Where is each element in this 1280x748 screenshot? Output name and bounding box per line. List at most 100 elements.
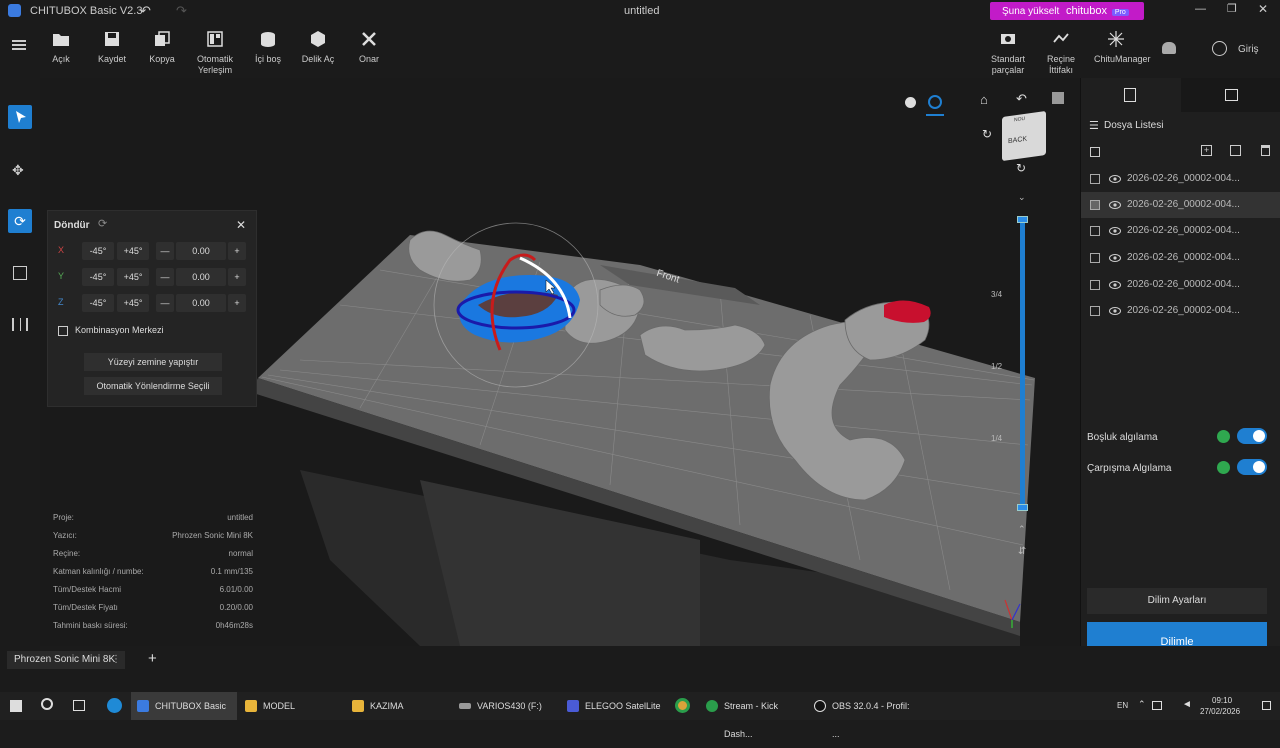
eye-icon[interactable] — [1109, 279, 1121, 291]
rotate-x-minus45-button[interactable]: -45° — [82, 242, 114, 260]
rotate-y-value-input[interactable]: 0.00 — [176, 268, 226, 286]
orbit-left-icon[interactable]: ↻ — [982, 127, 992, 141]
redo-icon[interactable]: ↷ — [176, 3, 187, 19]
printer-tab[interactable]: Phrozen Sonic Mini 8K ⋮ — [7, 651, 125, 669]
taskbar-item-chitubox[interactable]: CHITUBOX Basic — [131, 692, 237, 720]
rotate-y-decrement-button[interactable]: — — [156, 268, 174, 286]
scale-tool-icon[interactable] — [13, 266, 27, 280]
layer-slider-track[interactable] — [1017, 216, 1028, 511]
eye-icon[interactable] — [1109, 173, 1121, 185]
search-icon[interactable] — [41, 698, 53, 710]
tab-printer[interactable] — [1181, 78, 1280, 112]
language-indicator[interactable]: EN — [1117, 701, 1128, 710]
save-button[interactable]: Kaydet — [90, 30, 134, 65]
solid-view-icon[interactable] — [905, 97, 916, 108]
add-printer-tab-button[interactable]: + — [148, 650, 157, 667]
repair-button[interactable]: Onar — [347, 30, 391, 65]
taskbar-item-elegoo[interactable]: ELEGOO SatelLite — [561, 692, 667, 720]
chitumanager-button[interactable]: ChituManager — [1094, 30, 1151, 65]
rotate-x-plus45-button[interactable]: +45° — [117, 242, 149, 260]
chrome-icon[interactable] — [675, 698, 690, 713]
volume-icon[interactable]: ◄ — [1182, 699, 1192, 710]
file-checkbox[interactable] — [1090, 226, 1100, 236]
taskbar-item-obs[interactable]: OBS 32.0.4 - Profil: ... — [808, 692, 914, 739]
login-label[interactable]: Giriş — [1238, 44, 1259, 55]
perspective-view-icon[interactable] — [1052, 92, 1064, 104]
layer-slider-bottom-handle[interactable] — [1017, 504, 1028, 511]
reset-rotation-icon[interactable]: ⟳ — [98, 217, 107, 230]
file-checkbox[interactable] — [1090, 200, 1100, 210]
rotate-y-minus45-button[interactable]: -45° — [82, 268, 114, 286]
rotate-tool-icon[interactable]: ⟳ — [8, 209, 32, 233]
notifications-icon[interactable] — [1262, 701, 1271, 710]
file-checkbox[interactable] — [1090, 174, 1100, 184]
minimize-icon[interactable]: — — [1195, 3, 1206, 15]
file-row[interactable]: 2026-02-26_00002-004... — [1081, 272, 1280, 298]
windows-start-icon[interactable] — [10, 700, 22, 712]
rotate-z-value-input[interactable]: 0.00 — [176, 294, 226, 312]
mirror-tool-icon[interactable] — [12, 318, 28, 331]
resin-alliance-button[interactable]: Reçine İttifakı — [1039, 30, 1083, 76]
file-row[interactable]: 2026-02-26_00002-004... — [1081, 298, 1280, 324]
eye-icon[interactable] — [1109, 305, 1121, 317]
rotate-x-value-input[interactable]: 0.00 — [176, 242, 226, 260]
tray-chevron-icon[interactable]: ⌃ — [1138, 699, 1146, 710]
auto-orient-button[interactable]: Otomatik Yönlendirme Seçili — [84, 377, 222, 395]
file-row[interactable]: 2026-02-26_00002-004... — [1081, 218, 1280, 244]
rotate-z-minus45-button[interactable]: -45° — [82, 294, 114, 312]
taskbar-item-kazima[interactable]: KAZIMA — [346, 692, 452, 720]
rotate-x-decrement-button[interactable]: — — [156, 242, 174, 260]
slider-collapse-icon[interactable]: ⌄ — [1018, 192, 1026, 203]
slider-range-icon[interactable]: ⇵ — [1018, 546, 1026, 557]
collision-detection-toggle[interactable] — [1237, 459, 1267, 475]
file-checkbox[interactable] — [1090, 253, 1100, 263]
home-view-icon[interactable]: ⌂ — [980, 92, 988, 107]
rotate-x-increment-button[interactable]: + — [228, 242, 246, 260]
eye-icon[interactable] — [1109, 252, 1121, 264]
view-cube[interactable]: NOU BACK — [1002, 110, 1046, 162]
hollow-button[interactable]: İçi boş — [246, 30, 290, 65]
taskbar-item-stream[interactable]: Stream - Kick Dash... — [700, 692, 806, 739]
rotate-panel-close-icon[interactable]: ✕ — [236, 218, 246, 232]
select-tool-icon[interactable] — [8, 105, 32, 129]
import-file-icon[interactable] — [1230, 145, 1241, 156]
close-icon[interactable]: ✕ — [1258, 2, 1268, 16]
edge-icon[interactable] — [107, 698, 122, 713]
hole-button[interactable]: Delik Aç — [296, 30, 340, 65]
standard-parts-button[interactable]: Standart parçalar — [986, 30, 1030, 76]
file-row[interactable]: 2026-02-26_00002-004... — [1081, 166, 1280, 192]
menu-icon[interactable] — [12, 40, 26, 50]
clock-time[interactable]: 09:10 — [1212, 696, 1232, 705]
rotate-y-plus45-button[interactable]: +45° — [117, 268, 149, 286]
eye-icon[interactable] — [1109, 199, 1121, 211]
rotate-y-increment-button[interactable]: + — [228, 268, 246, 286]
eye-icon[interactable] — [1109, 225, 1121, 237]
delete-file-icon[interactable] — [1261, 145, 1270, 156]
slider-expand-icon[interactable]: ⌃ — [1018, 524, 1026, 535]
rotate-left-view-icon[interactable]: ↶ — [1016, 91, 1027, 107]
taskbar-item-model[interactable]: MODEL — [239, 692, 345, 720]
file-row[interactable]: 2026-02-26_00002-004... — [1081, 245, 1280, 271]
notification-icon[interactable] — [1162, 42, 1176, 54]
layer-slider-top-handle[interactable] — [1017, 216, 1028, 223]
network-icon[interactable] — [1152, 701, 1162, 710]
file-checkbox[interactable] — [1090, 306, 1100, 316]
taskbar-item-drive[interactable]: VARIOS430 (F:) — [453, 692, 559, 720]
xray-view-icon[interactable] — [928, 95, 942, 109]
combine-center-checkbox[interactable] — [58, 326, 68, 336]
slice-settings-button[interactable]: Dilim Ayarları — [1087, 588, 1267, 614]
file-row[interactable]: 2026-02-26_00002-004... — [1081, 192, 1280, 218]
maximize-icon[interactable]: ❐ — [1227, 2, 1237, 15]
rotate-z-increment-button[interactable]: + — [228, 294, 246, 312]
rotate-z-plus45-button[interactable]: +45° — [117, 294, 149, 312]
copy-button[interactable]: Kopya — [140, 30, 184, 65]
file-checkbox[interactable] — [1090, 280, 1100, 290]
more-options-icon[interactable]: ⋮ — [111, 651, 121, 669]
lay-flat-button[interactable]: Yüzeyi zemine yapıştır — [84, 353, 222, 371]
clock-date[interactable]: 27/02/2026 — [1200, 707, 1240, 716]
auto-layout-button[interactable]: Otomatik Yerleşim — [193, 30, 237, 76]
move-tool-icon[interactable]: ✥ — [12, 162, 24, 179]
select-all-checkbox[interactable] — [1090, 147, 1100, 157]
user-avatar-icon[interactable] — [1212, 41, 1227, 56]
gap-detection-toggle[interactable] — [1237, 428, 1267, 444]
